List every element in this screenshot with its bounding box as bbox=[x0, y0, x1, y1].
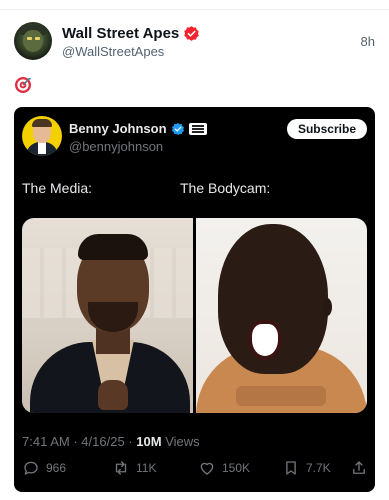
quoted-author-handle[interactable]: @bennyjohnson bbox=[69, 139, 163, 154]
media-photo-left[interactable] bbox=[22, 218, 193, 413]
like-icon bbox=[200, 462, 214, 475]
quoted-author-avatar[interactable] bbox=[22, 116, 62, 156]
reply-icon bbox=[24, 461, 38, 475]
bookmark-button[interactable]: 7.7K bbox=[282, 459, 331, 477]
views-count: 10M bbox=[136, 434, 162, 449]
share-button[interactable] bbox=[350, 459, 368, 477]
media-photo-right[interactable] bbox=[196, 218, 367, 413]
meta-separator: · bbox=[73, 434, 78, 449]
repost-count: 11K bbox=[136, 461, 157, 475]
meta-separator: · bbox=[128, 434, 133, 449]
repost-button[interactable]: 11K bbox=[112, 459, 156, 477]
verified-badge-icon bbox=[171, 122, 184, 135]
like-button[interactable]: 150K bbox=[198, 459, 250, 477]
reply-count: 966 bbox=[46, 461, 67, 475]
post-date[interactable]: 4/16/25 bbox=[81, 434, 124, 449]
post-meta-line: 7:41 AM · 4/16/25 · 10M Views bbox=[22, 434, 200, 449]
author-handle[interactable]: @WallStreetApes bbox=[62, 44, 164, 59]
share-icon bbox=[353, 461, 365, 474]
bookmark-icon bbox=[286, 461, 296, 475]
author-name[interactable]: Wall Street Apes bbox=[62, 25, 179, 42]
quoted-post-card[interactable]: Benny Johnson @bennyjohnson Subscribe Th… bbox=[14, 107, 375, 492]
verified-badge-icon bbox=[184, 26, 200, 41]
subscribe-button[interactable]: Subscribe bbox=[286, 119, 367, 139]
target-emoji-icon bbox=[15, 77, 31, 93]
reply-button[interactable]: 966 bbox=[22, 459, 66, 477]
author-avatar[interactable] bbox=[14, 22, 52, 60]
bookmark-count: 7.7K bbox=[306, 461, 331, 475]
quoted-author-name[interactable]: Benny Johnson bbox=[69, 121, 167, 136]
media-grid bbox=[22, 218, 367, 413]
author-name-row: Wall Street Apes bbox=[62, 25, 200, 42]
top-divider bbox=[0, 9, 389, 10]
post-time[interactable]: 8h bbox=[361, 34, 375, 49]
caption-the-bodycam: The Bodycam: bbox=[180, 180, 271, 196]
affiliate-badge-icon[interactable] bbox=[188, 122, 207, 135]
caption-the-media: The Media: bbox=[22, 180, 93, 196]
like-count: 150K bbox=[222, 461, 251, 475]
repost-icon bbox=[115, 461, 127, 475]
post-time-full[interactable]: 7:41 AM bbox=[22, 434, 70, 449]
action-bar: 966 11K 150K 7.7K bbox=[22, 459, 367, 479]
views-label: Views bbox=[165, 434, 200, 449]
quoted-author-name-row: Benny Johnson bbox=[69, 121, 207, 136]
post-header: Wall Street Apes @WallStreetApes 8h bbox=[14, 22, 375, 66]
